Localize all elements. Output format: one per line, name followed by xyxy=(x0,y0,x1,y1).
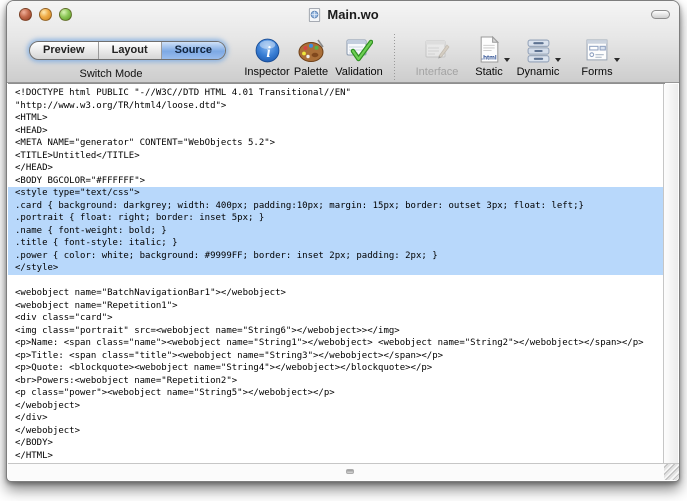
validation-label: Validation xyxy=(322,66,396,78)
code-line: <HEAD> xyxy=(8,125,665,138)
main-window: Main.wo Preview Layout Source Switch Mod… xyxy=(6,0,680,482)
resize-grip[interactable] xyxy=(664,464,680,480)
code-line: <img class="portrait" src=<webobject nam… xyxy=(8,325,665,338)
code-line: <TITLE>Untitled</TITLE> xyxy=(8,150,665,163)
code-line: <p class="power"><webobject name="String… xyxy=(8,387,665,400)
code-line: <HTML> xyxy=(8,112,665,125)
code-line: </webobject> xyxy=(8,425,665,438)
code-line: <BODY BGCOLOR="#FFFFFF"> xyxy=(8,175,665,188)
checkmark-window-icon xyxy=(346,38,373,63)
vertical-scrollbar[interactable] xyxy=(663,84,678,464)
code-line: <br>Powers:<webobject name="Repetition2"… xyxy=(8,375,665,388)
title-bar[interactable]: Main.wo xyxy=(7,1,679,28)
html-document-icon: .html xyxy=(479,36,500,63)
code-line: </HEAD> xyxy=(8,162,665,175)
mode-segmented-control: Preview Layout Source xyxy=(29,41,226,60)
form-elements-icon xyxy=(585,38,610,63)
validation-button[interactable]: Validation xyxy=(322,32,396,78)
forms-label: Forms xyxy=(560,66,634,78)
tab-source[interactable]: Source xyxy=(162,42,225,59)
horizontal-scrollbar[interactable] xyxy=(8,463,680,480)
code-line: </BODY> xyxy=(8,437,665,450)
svg-text:i: i xyxy=(266,44,271,61)
code-line: </div> xyxy=(8,412,665,425)
code-line: </HTML> xyxy=(8,450,665,463)
code-line: <webobject name="BatchNavigationBar1"></… xyxy=(8,287,665,300)
code-line: <!DOCTYPE html PUBLIC "-//W3C//DTD HTML … xyxy=(8,87,665,100)
code-line: <p>Quote: <blockquote><webobject name="S… xyxy=(8,362,665,375)
source-editor[interactable]: <!DOCTYPE html PUBLIC "-//W3C//DTD HTML … xyxy=(8,83,665,464)
code-line: <p>Title: <span class="title"><webobject… xyxy=(8,350,665,363)
code-line: <div class="card"> xyxy=(8,312,665,325)
code-line: .card { background: darkgrey; width: 400… xyxy=(8,200,665,213)
forms-menu-arrow xyxy=(614,58,620,62)
toolbar-toggle-pill[interactable] xyxy=(651,10,670,19)
code-line: <style type="text/css"> xyxy=(8,187,665,200)
code-line xyxy=(8,275,665,288)
interface-window-icon xyxy=(424,38,451,63)
dynamic-buttons-icon xyxy=(526,39,551,63)
code-line: </webobject> xyxy=(8,400,665,413)
code-line: .name { font-weight: bold; } xyxy=(8,225,665,238)
palette-icon xyxy=(298,39,325,63)
code-line: <webobject name="Repetition1"> xyxy=(8,300,665,313)
switch-mode-label: Switch Mode xyxy=(29,68,193,80)
window-title: Main.wo xyxy=(327,7,378,22)
forms-button[interactable]: Forms xyxy=(560,32,634,78)
code-line: </style> xyxy=(8,262,665,275)
code-line: <META NAME="generator" CONTENT="WebObjec… xyxy=(8,137,665,150)
splitter-handle[interactable] xyxy=(346,469,354,474)
code-line: .portrait { float: right; border: inset … xyxy=(8,212,665,225)
tab-preview[interactable]: Preview xyxy=(30,42,99,59)
code-line: <p>Name: <span class="name"><webobject n… xyxy=(8,337,665,350)
svg-text:.html: .html xyxy=(481,54,497,61)
code-line: "http://www.w3.org/TR/html4/loose.dtd"> xyxy=(8,100,665,113)
code-line: .title { font-style: italic; } xyxy=(8,237,665,250)
code-line: .power { color: white; background: #9999… xyxy=(8,250,665,263)
tab-layout[interactable]: Layout xyxy=(99,42,162,59)
toolbar-separator xyxy=(394,34,395,82)
document-proxy-icon[interactable] xyxy=(307,7,322,23)
toolbar: Preview Layout Source Switch Mode i Insp… xyxy=(7,28,679,83)
